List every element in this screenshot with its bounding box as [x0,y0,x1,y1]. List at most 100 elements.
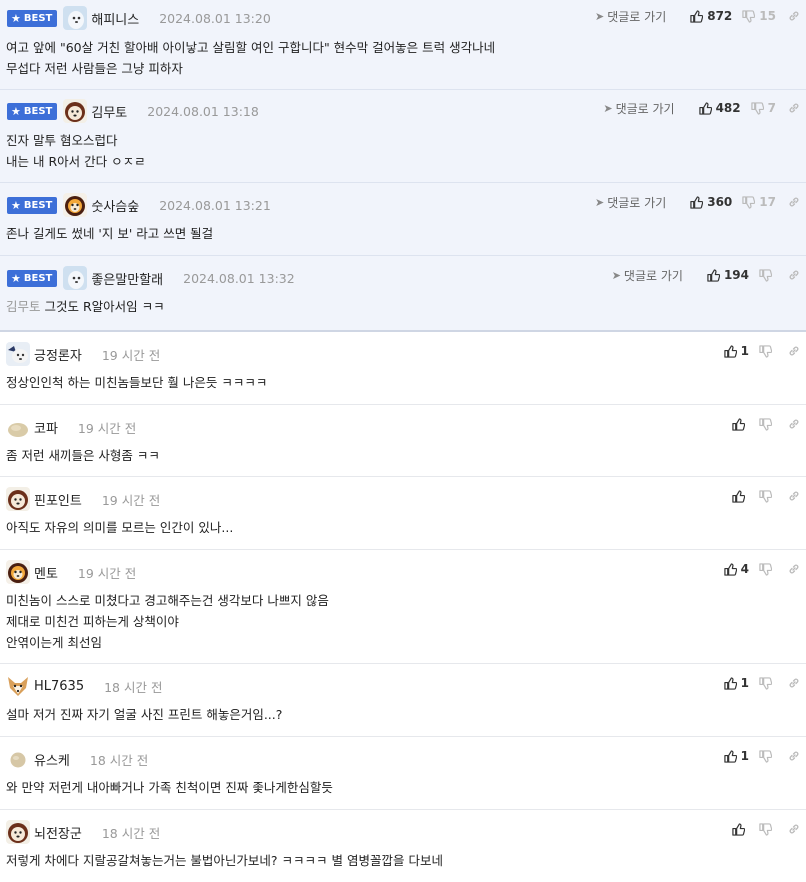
link-icon[interactable] [788,750,800,762]
thumbs-up-icon [690,9,704,23]
link-icon[interactable] [788,823,800,835]
downvote-button[interactable]: 15 [742,9,776,23]
reply-mention[interactable]: 김무토 [6,299,41,314]
link-icon[interactable] [788,102,800,114]
downvote-button[interactable] [759,562,776,576]
nickname[interactable]: 핀포인트 [34,490,82,509]
go-to-reply-link[interactable]: ➤ 댓글로 가기 [603,100,674,117]
comment-body: 진자 말투 혐오스럽다 내는 내 R아서 간다 ㅇㅈㄹ [6,130,146,172]
avatar[interactable] [6,415,30,439]
downvote-button[interactable]: 17 [742,195,776,209]
avatar[interactable] [6,747,30,771]
reply-arrow-icon: ➤ [611,268,621,282]
upvote-button[interactable]: 482 [698,101,741,115]
link-icon[interactable] [788,10,800,22]
nickname[interactable]: 해피니스 [91,9,139,28]
upvote-button[interactable] [732,489,749,503]
avatar[interactable] [63,266,88,290]
reply-label: 댓글로 가기 [607,195,667,210]
link-icon[interactable] [788,563,800,575]
thumbs-down-icon [759,489,772,503]
comment: 유스케 18 시간 전 1 와 만약 저런게 내아빠거나 가족 친척이면 진짜 … [0,737,806,810]
nickname[interactable]: 숫사슴숲 [91,196,139,215]
best-badge-label: BEST [23,105,53,117]
best-comment: ★ BEST 숫사슴숲 2024.08.01 13:21 ➤ 댓글로 가기 360 … [0,183,806,256]
upvote-button[interactable]: 1 [723,344,749,358]
comment-actions: 4 [714,559,800,579]
comment-line: 저렇게 차에다 지랄공갈쳐놓는거는 불법아닌가보네? ㅋㅋㅋㅋ 별 염병꼴깝을 … [6,853,443,868]
avatar[interactable] [6,342,30,366]
reply-arrow-icon: ➤ [595,195,605,209]
avatar[interactable] [63,193,88,217]
upvote-button[interactable]: 194 [707,268,749,282]
upvote-button[interactable] [732,417,749,431]
link-icon[interactable] [788,196,800,208]
upvote-button[interactable]: 872 [690,9,732,23]
link-icon[interactable] [788,490,800,502]
best-badge: ★ BEST [7,196,58,214]
nickname[interactable]: 긍정론자 [34,345,82,364]
downvote-button[interactable] [759,749,776,763]
avatar[interactable] [6,820,30,844]
comment: 코파 19 시간 전 좀 저런 새끼들은 사형좀 ㅋㅋ [0,405,806,477]
thumbs-up-icon [723,676,737,690]
comment-actions: 1 [714,341,800,361]
nickname[interactable]: 김무토 [91,102,127,121]
avatar[interactable] [6,674,30,698]
nickname[interactable]: 유스케 [34,750,70,769]
nickname[interactable]: 뇌전장군 [34,823,82,842]
downvote-button[interactable] [759,417,776,431]
nickname[interactable]: 코파 [34,418,58,437]
timestamp: 2024.08.01 13:32 [183,270,295,286]
best-comment: ★ BEST 좋은말만할래 2024.08.01 13:32 ➤ 댓글로 가기 19… [0,256,806,330]
comment: 긍정론자 19 시간 전 1 정상인인척 하는 미친놈들보단 훨 나은듯 ㅋㅋㅋ… [0,332,806,405]
downvote-button[interactable] [759,676,776,690]
comment-line: 진자 말투 혐오스럽다 [6,133,118,148]
reply-label: 댓글로 가기 [607,9,667,24]
downvote-button[interactable] [759,268,776,282]
downvote-button[interactable]: 7 [750,101,776,115]
comment-line: 설마 저거 진짜 자기 얼굴 사진 프린트 해놓은거임...? [6,707,283,722]
upvote-button[interactable]: 1 [723,676,749,690]
downvote-count: 17 [759,195,776,209]
upvote-count: 4 [740,562,749,576]
thumbs-up-icon [732,822,745,836]
comment-body: 김무토 그것도 R알아서임 ㅋㅋ [6,296,165,317]
upvote-count: 482 [715,101,741,115]
best-badge-label: BEST [23,199,53,211]
avatar[interactable] [6,487,30,511]
avatar[interactable] [63,99,88,123]
nickname[interactable]: 멘토 [34,563,58,582]
go-to-reply-link[interactable]: ➤ 댓글로 가기 [612,267,683,284]
upvote-button[interactable]: 1 [723,749,749,763]
comment-actions [722,414,800,434]
downvote-button[interactable] [759,344,776,358]
timestamp: 19 시간 전 [101,347,161,363]
link-icon[interactable] [788,345,800,357]
comment: 핀포인트 19 시간 전 아직도 자유의 의미를 모르는 인간이 있나... [0,477,806,550]
go-to-reply-link[interactable]: ➤ 댓글로 가기 [595,8,666,25]
reply-arrow-icon: ➤ [595,9,605,23]
upvote-button[interactable] [732,822,749,836]
best-badge: ★ BEST [7,9,58,27]
comment-line: 안엮이는게 최선임 [6,635,102,650]
comment-body: 저렇게 차에다 지랄공갈쳐놓는거는 불법아닌가보네? ㅋㅋㅋㅋ 별 염병꼴깝을 … [6,850,443,871]
link-icon[interactable] [788,677,800,689]
comment-line: 존나 길게도 썼네 '지 보' 라고 쓰면 될걸 [6,226,214,241]
thumbs-down-icon [742,9,756,23]
avatar[interactable] [6,560,30,584]
go-to-reply-link[interactable]: ➤ 댓글로 가기 [595,194,666,211]
downvote-button[interactable] [759,489,776,503]
link-icon[interactable] [788,269,800,281]
downvote-button[interactable] [759,822,776,836]
comment-actions: 1 [714,673,800,693]
upvote-button[interactable]: 360 [690,195,732,209]
best-comment: ★ BEST 해피니스 2024.08.01 13:20 ➤ 댓글로 가기 872 … [0,0,806,90]
nickname[interactable]: HL7635 [34,679,84,694]
comment-actions [722,486,800,506]
link-icon[interactable] [788,418,800,430]
upvote-button[interactable]: 4 [723,562,749,576]
nickname[interactable]: 좋은말만할래 [91,269,163,288]
avatar[interactable] [63,6,88,30]
comment-body: 아직도 자유의 의미를 모르는 인간이 있나... [6,517,233,538]
